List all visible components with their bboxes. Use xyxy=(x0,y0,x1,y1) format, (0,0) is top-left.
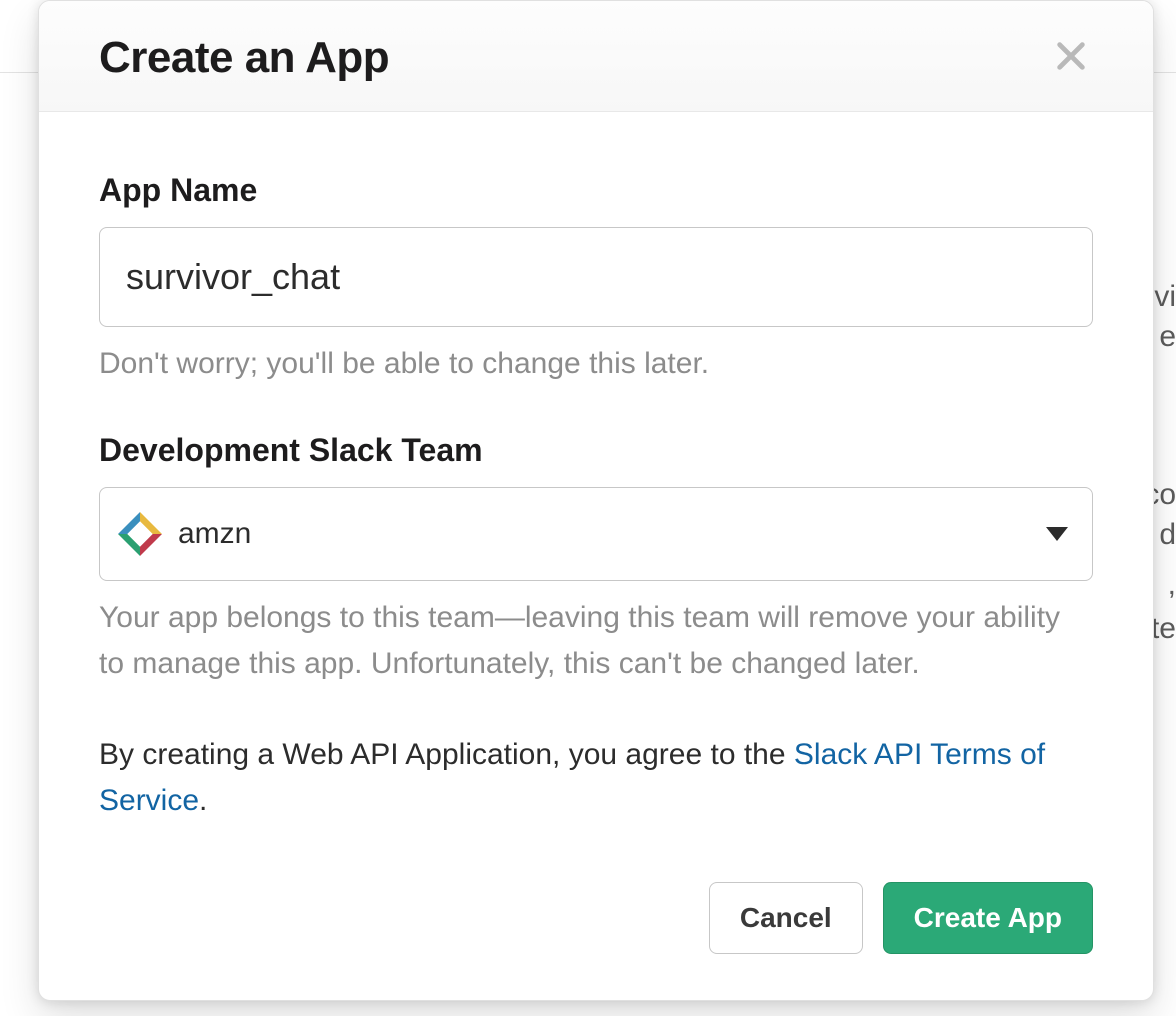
team-selected-value: amzn xyxy=(178,517,1046,551)
app-name-label: App Name xyxy=(99,172,1093,209)
bg-text-fragment: , xyxy=(1168,568,1176,602)
app-name-input[interactable] xyxy=(99,227,1093,327)
team-select[interactable]: amzn xyxy=(99,487,1093,581)
modal-title: Create an App xyxy=(99,33,389,83)
chevron-down-icon xyxy=(1046,527,1068,541)
bg-text-fragment: e xyxy=(1159,320,1176,354)
create-app-button[interactable]: Create App xyxy=(883,882,1093,954)
modal-header: Create an App xyxy=(39,1,1153,112)
team-helper: Your app belongs to this team—leaving th… xyxy=(99,595,1093,688)
cancel-button[interactable]: Cancel xyxy=(709,882,863,954)
bg-text-fragment: te xyxy=(1151,612,1176,646)
app-name-helper: Don't worry; you'll be able to change th… xyxy=(99,341,1093,388)
app-name-field: App Name Don't worry; you'll be able to … xyxy=(99,172,1093,388)
team-field: Development Slack Team amzn xyxy=(99,432,1093,688)
create-app-modal: Create an App App Name Don't worry; you'… xyxy=(38,0,1154,1001)
agreement-text: By creating a Web API Application, you a… xyxy=(99,732,1093,825)
close-button[interactable] xyxy=(1049,36,1093,80)
bg-text-fragment: d xyxy=(1159,518,1176,552)
bg-text-fragment: vi xyxy=(1154,280,1176,314)
agreement-suffix: . xyxy=(199,784,207,817)
agreement-prefix: By creating a Web API Application, you a… xyxy=(99,738,794,771)
close-icon xyxy=(1054,39,1088,78)
modal-footer: Cancel Create App xyxy=(39,882,1153,1000)
team-label: Development Slack Team xyxy=(99,432,1093,469)
modal-body: App Name Don't worry; you'll be able to … xyxy=(39,112,1153,882)
team-icon xyxy=(118,512,162,556)
